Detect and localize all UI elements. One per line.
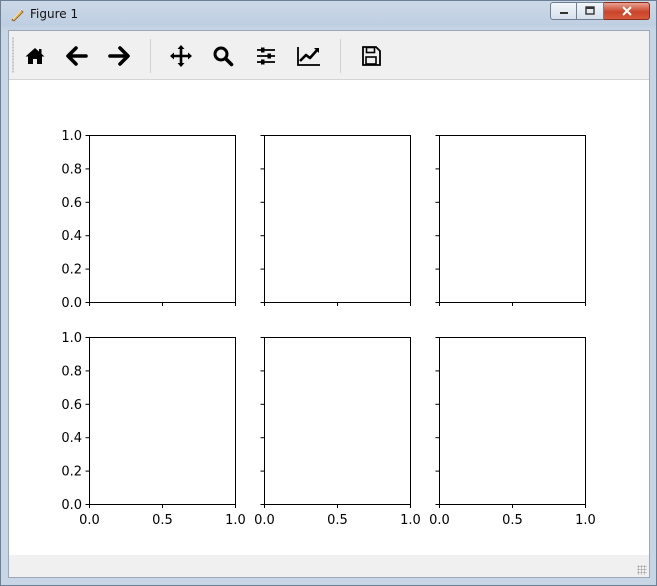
minimize-button[interactable] [550, 2, 577, 20]
navigation-toolbar [9, 31, 649, 80]
y-tick-label: 0.8 [61, 364, 82, 379]
y-tick-label: 0.4 [61, 431, 82, 446]
figure-canvas[interactable]: 0.0 0.2 0.4 0.6 0.8 1.0 0.0 0.2 0.4 0.6 0.8 1.0 0.0 0… [9, 80, 649, 555]
axes-1 [89, 135, 236, 303]
y-tick-label: 0.8 [61, 162, 82, 177]
x-tick-label: 1.0 [575, 513, 596, 528]
sliders-icon [257, 47, 275, 65]
home-button[interactable] [20, 41, 50, 71]
y-tick-label: 0.2 [61, 263, 82, 278]
toolbar-separator [150, 39, 151, 73]
axes-6 [439, 337, 586, 505]
maximize-button[interactable] [577, 2, 604, 20]
edit-axis-button[interactable] [294, 41, 324, 71]
x-tick-label: 0.0 [79, 513, 100, 528]
close-icon [621, 6, 632, 16]
axes-2 [264, 135, 411, 303]
back-button[interactable] [62, 41, 92, 71]
save-button[interactable] [356, 41, 386, 71]
y-tick-label: 0.0 [61, 296, 82, 311]
y-tick-label: 0.4 [61, 229, 82, 244]
axes-4 [89, 337, 236, 505]
x-tick-label: 0.0 [254, 513, 275, 528]
zoom-icon [213, 46, 234, 67]
arrow-left-icon [66, 46, 88, 66]
toolbar-grip[interactable] [12, 37, 14, 73]
forward-button[interactable] [104, 41, 134, 71]
minimize-icon [559, 12, 568, 14]
line-chart-icon [297, 47, 320, 66]
x-tick-label: 1.0 [225, 513, 246, 528]
toolbar-separator [340, 39, 341, 73]
close-button[interactable] [604, 2, 650, 20]
axes-5 [264, 337, 411, 505]
size-grip[interactable] [637, 565, 647, 575]
maximize-icon [585, 6, 595, 15]
home-icon [25, 48, 45, 64]
status-bar [9, 555, 649, 577]
subplots-figure[interactable]: 0.00.20.40.60.81.00.00.20.40.60.81.00.0 0… [9, 80, 649, 555]
x-tick-label: 0.5 [327, 513, 348, 528]
feather-app-icon [11, 8, 24, 22]
pan-button[interactable] [166, 41, 196, 71]
title-bar[interactable]: Figure 1 [1, 1, 656, 28]
x-tick-label: 1.0 [400, 513, 421, 528]
save-icon [362, 46, 381, 66]
window-title: Figure 1 [30, 7, 79, 21]
x-tick-label: 0.5 [502, 513, 523, 528]
zoom-button[interactable] [208, 41, 238, 71]
y-tick-label: 1.0 [61, 331, 82, 346]
x-tick-label: 0.5 [152, 513, 173, 528]
configure-subplots-button[interactable] [251, 41, 281, 71]
move-icon [170, 45, 192, 67]
y-tick-label: 1.0 [61, 129, 82, 144]
y-tick-label: 0.6 [61, 398, 82, 413]
arrow-right-icon [108, 46, 130, 66]
axes-3 [439, 135, 586, 303]
figure-canvas-container: 0.0 0.2 0.4 0.6 0.8 1.0 0.0 0.2 0.4 0.6 0.8 1.0 0.0 0… [8, 30, 650, 578]
figure-window: Figure 1 0.0 0.2 0.4 0.6 0.8 1.0 0.0 0.2… [0, 0, 657, 586]
y-tick-label: 0.2 [61, 465, 82, 480]
x-tick-label: 0.0 [429, 513, 450, 528]
y-tick-label: 0.0 [61, 498, 82, 513]
y-tick-label: 0.6 [61, 196, 82, 211]
